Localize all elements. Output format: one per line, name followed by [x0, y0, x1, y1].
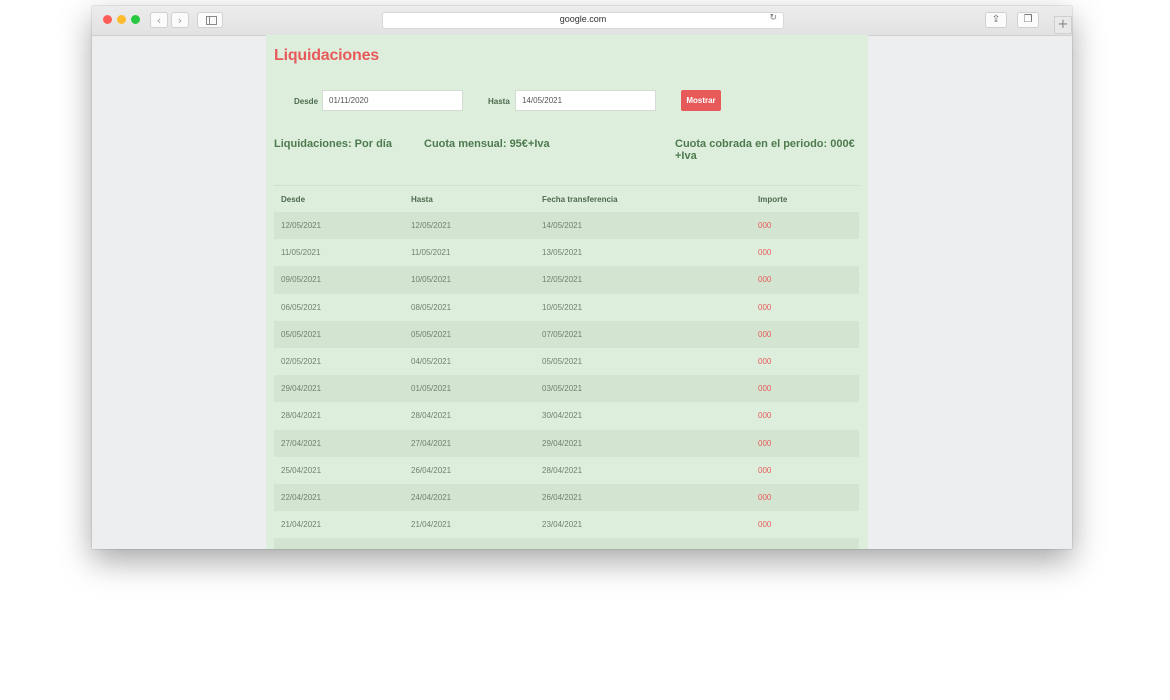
table-row[interactable]: 29/04/2021 01/05/2021 03/05/2021 000	[274, 375, 859, 403]
cell-hasta: 01/05/2021	[411, 384, 452, 394]
cell-fecha-transferencia: 13/05/2021	[542, 248, 583, 258]
cell-fecha-transferencia: 28/04/2021	[542, 465, 583, 475]
desde-label: Desde	[294, 97, 319, 106]
table-row[interactable]: 28/04/2021 28/04/2021 30/04/2021 000	[274, 402, 859, 429]
browser-window: ‹ › google.com ↻ ⇪ ❐ + Liquidaciones Des…	[92, 6, 1072, 549]
close-window-button[interactable]	[103, 15, 112, 24]
table-row[interactable]: 11/05/2021 11/05/2021 13/05/2021 000	[274, 239, 859, 266]
url-text: google.com	[559, 14, 607, 24]
cell-desde: 25/04/2021	[281, 465, 322, 475]
cell-fecha-transferencia: 14/05/2021	[542, 221, 583, 230]
cell-hasta: 10/05/2021	[411, 275, 452, 285]
sidebar-toggle-button[interactable]	[197, 12, 223, 28]
share-icon[interactable]: ⇪	[985, 12, 1007, 28]
zoom-window-button[interactable]	[131, 15, 140, 24]
sidebar-icon	[206, 16, 217, 25]
cell-hasta: 24/04/2021	[411, 492, 452, 502]
browser-titlebar: ‹ › google.com ↻ ⇪ ❐ +	[92, 6, 1072, 36]
plus-icon[interactable]: +	[1054, 16, 1072, 34]
tabs-icon[interactable]: ❐	[1017, 12, 1039, 28]
cell-desde: 06/05/2021	[281, 302, 322, 312]
liquidaciones-frequency: Liquidaciones: Por día	[274, 138, 392, 150]
cell-hasta: 27/04/2021	[411, 438, 452, 448]
cell-fecha-transferencia: 07/05/2021	[542, 329, 583, 339]
cell-importe: 000	[758, 438, 772, 448]
hasta-date-input[interactable]: 14/05/2021	[515, 90, 656, 111]
cell-importe: 000	[758, 384, 772, 394]
page-content: Liquidaciones Desde 01/11/2020 Hasta 14/…	[266, 35, 868, 549]
cell-fecha-transferencia: 29/04/2021	[542, 438, 583, 448]
cell-fecha-transferencia: 23/04/2021	[542, 520, 583, 530]
table-row[interactable]: 02/05/2021 04/05/2021 05/05/2021 000	[274, 348, 859, 375]
cell-importe: 000	[758, 221, 772, 230]
reload-icon[interactable]: ↻	[769, 13, 777, 23]
cell-importe: 000	[758, 248, 772, 258]
cell-hasta: 11/05/2021	[411, 248, 451, 258]
column-header-hasta[interactable]: Hasta	[411, 195, 433, 204]
page-title: Liquidaciones	[274, 47, 379, 64]
cell-desde: 12/05/2021	[281, 221, 322, 230]
column-header-desde[interactable]: Desde	[281, 195, 305, 204]
cell-desde: 11/05/2021	[281, 248, 321, 258]
table-row[interactable]: 05/05/2021 05/05/2021 07/05/2021 000	[274, 320, 859, 348]
chevron-left-icon[interactable]: ‹	[150, 12, 168, 28]
table-row[interactable]: 09/05/2021 10/05/2021 12/05/2021 000	[274, 266, 859, 294]
table-row[interactable]	[274, 538, 859, 549]
cuota-cobrada: Cuota cobrada en el periodo: 000€+Iva	[675, 138, 855, 162]
cell-desde: 09/05/2021	[281, 275, 322, 285]
cell-hasta: 28/04/2021	[411, 411, 452, 421]
minimize-window-button[interactable]	[117, 15, 126, 24]
table-row[interactable]: 21/04/2021 21/04/2021 23/04/2021 000	[274, 511, 859, 538]
cell-desde: 21/04/2021	[281, 520, 322, 530]
cell-importe: 000	[758, 465, 772, 475]
cell-desde: 05/05/2021	[281, 329, 322, 339]
cell-desde: 22/04/2021	[281, 492, 322, 502]
table-row[interactable]: 22/04/2021 24/04/2021 26/04/2021 000	[274, 483, 859, 512]
column-header-importe[interactable]: Importe	[758, 195, 787, 204]
cell-importe: 000	[758, 302, 772, 312]
mostrar-button[interactable]: Mostrar	[681, 90, 721, 111]
cell-fecha-transferencia: 30/04/2021	[542, 411, 583, 421]
cell-hasta: 12/05/2021	[411, 221, 452, 230]
table-row[interactable]: 12/05/2021 12/05/2021 14/05/2021 000	[274, 212, 859, 240]
cell-fecha-transferencia: 10/05/2021	[542, 302, 583, 312]
cell-desde: 29/04/2021	[281, 384, 322, 394]
cell-fecha-transferencia: 03/05/2021	[542, 384, 583, 394]
cell-importe: 000	[758, 411, 772, 421]
cuota-mensual: Cuota mensual: 95€+Iva	[424, 138, 550, 150]
cell-fecha-transferencia: 26/04/2021	[542, 492, 583, 502]
cell-desde: 28/04/2021	[281, 411, 322, 421]
table-row[interactable]: 27/04/2021 27/04/2021 29/04/2021 000	[274, 429, 859, 457]
cell-hasta: 21/04/2021	[411, 520, 452, 530]
address-bar[interactable]: google.com ↻	[382, 12, 784, 29]
cell-importe: 000	[758, 275, 772, 285]
cell-hasta: 26/04/2021	[411, 465, 452, 475]
hasta-label: Hasta	[488, 97, 510, 106]
cell-hasta: 05/05/2021	[411, 329, 452, 339]
cell-importe: 000	[758, 356, 772, 366]
table-body: 12/05/2021 12/05/2021 14/05/2021 000 11/…	[274, 212, 859, 549]
cell-importe: 000	[758, 520, 772, 530]
table-row[interactable]: 06/05/2021 08/05/2021 10/05/2021 000	[274, 294, 859, 321]
cell-importe: 000	[758, 492, 772, 502]
cell-hasta: 08/05/2021	[411, 302, 452, 312]
cell-desde: 27/04/2021	[281, 438, 322, 448]
chevron-right-icon[interactable]: ›	[171, 12, 189, 28]
table-header: Desde Hasta Fecha transferencia Importe	[274, 186, 859, 213]
desde-date-input[interactable]: 01/11/2020	[322, 90, 463, 111]
cell-importe: 000	[758, 329, 772, 339]
table-row[interactable]: 25/04/2021 26/04/2021 28/04/2021 000	[274, 457, 859, 484]
column-header-fecha-transferencia[interactable]: Fecha transferencia	[542, 195, 618, 204]
cell-fecha-transferencia: 05/05/2021	[542, 356, 583, 366]
cell-fecha-transferencia: 12/05/2021	[542, 275, 583, 285]
cell-hasta: 04/05/2021	[411, 356, 452, 366]
cell-desde: 02/05/2021	[281, 356, 322, 366]
